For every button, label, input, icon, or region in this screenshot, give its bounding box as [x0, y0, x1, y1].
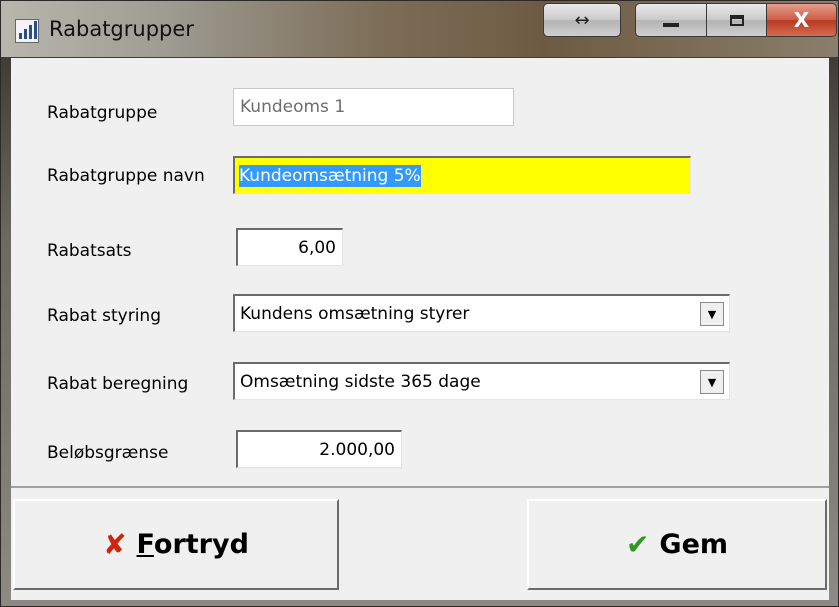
rabat-beregning-label: Rabat beregning — [47, 374, 189, 394]
gem-button[interactable]: ✔ Gem — [527, 499, 827, 590]
fortryd-label: Fortryd — [136, 529, 249, 560]
rabat-beregning-value: Omsætning sidste 365 dage — [240, 371, 481, 392]
rabatgruppe-field[interactable]: Kundeoms 1 — [233, 88, 514, 126]
maximize-icon — [729, 14, 744, 26]
rabatgruppe-label: Rabatgruppe — [47, 103, 158, 123]
rabatgruppe-navn-label: Rabatgruppe navn — [47, 166, 205, 186]
rabat-styring-label: Rabat styring — [47, 306, 161, 326]
beloebsgraense-field[interactable]: 2.000,00 — [236, 430, 402, 468]
dialog-window: Rabatgrupper ↔ X Rabatgruppe Kundeoms 1 … — [0, 0, 839, 607]
minimize-icon — [663, 23, 679, 27]
close-button[interactable]: X — [767, 3, 837, 37]
fortryd-button[interactable]: ✘ Fortryd — [13, 499, 339, 590]
minimize-button[interactable] — [635, 3, 707, 37]
rabatsats-value: 6,00 — [298, 237, 336, 258]
rabat-beregning-dropdown[interactable]: Omsætning sidste 365 dage ▼ — [233, 362, 730, 400]
dropdown-arrow-icon[interactable]: ▼ — [700, 370, 724, 394]
beloebsgraense-label: Beløbsgrænse — [47, 443, 169, 463]
resize-arrows-icon: ↔ — [574, 9, 590, 31]
checkmark-icon: ✔ — [625, 528, 650, 561]
form-panel: Rabatgruppe Kundeoms 1 Rabatgruppe navn … — [11, 58, 829, 488]
title-bar[interactable]: Rabatgrupper ↔ X — [1, 1, 838, 57]
rabat-styring-value: Kundens omsætning styrer — [240, 303, 470, 324]
dropdown-arrow-icon[interactable]: ▼ — [700, 302, 724, 326]
rabatgruppe-navn-value: Kundeomsætning 5% — [239, 164, 421, 187]
cancel-x-icon: ✘ — [103, 528, 127, 561]
rabatgruppe-value: Kundeoms 1 — [240, 97, 346, 117]
gem-label: Gem — [659, 529, 729, 560]
maximize-button[interactable] — [707, 3, 767, 37]
rabat-styring-dropdown[interactable]: Kundens omsætning styrer ▼ — [233, 294, 730, 332]
dialog-client-area: Rabatgruppe Kundeoms 1 Rabatgruppe navn … — [11, 58, 829, 600]
resize-button[interactable]: ↔ — [543, 3, 621, 37]
window-title: Rabatgrupper — [49, 17, 194, 41]
rabatsats-label: Rabatsats — [47, 241, 132, 261]
close-icon: X — [793, 8, 810, 32]
rabatgruppe-navn-field[interactable]: Kundeomsætning 5% — [233, 156, 691, 194]
rabatsats-field[interactable]: 6,00 — [236, 228, 343, 266]
app-chart-icon[interactable] — [15, 19, 39, 43]
beloebsgraense-value: 2.000,00 — [319, 439, 395, 460]
